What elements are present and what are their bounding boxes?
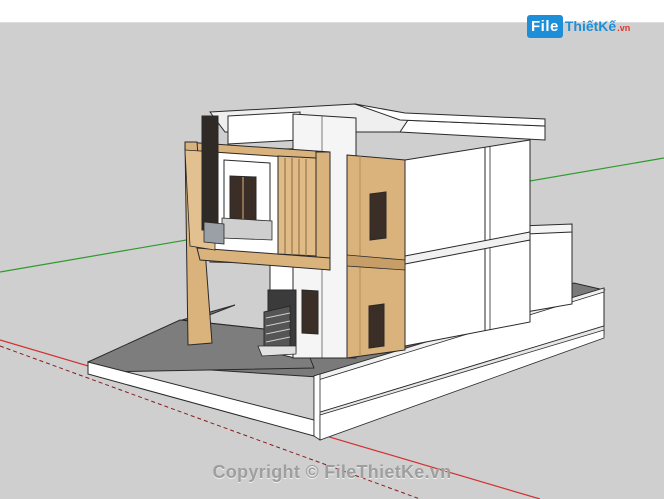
window-lower-right [368, 303, 385, 349]
logo-rest-label: ThiếtKế [564, 18, 617, 34]
copyright-watermark: Copyright © FileThietKe.vn [212, 462, 452, 482]
stair [263, 305, 291, 351]
wood-balcony-slats [277, 155, 317, 257]
logo-file-label: File [527, 14, 563, 38]
filethietke-logo: File ThiếtKế.vn [527, 12, 630, 40]
wood-frame-right-column [315, 151, 331, 271]
balcony-grey-box [203, 221, 225, 245]
window-upper-right [369, 191, 387, 241]
ground-window-center [301, 289, 319, 335]
roof-parapet-left [227, 111, 301, 145]
sketchup-viewport[interactable]: File ThiếtKế.vn Copyright © FileThietKe.… [0, 0, 664, 499]
logo-brand-text: ThiếtKế.vn [565, 18, 630, 34]
entry-step [257, 345, 297, 357]
house-model[interactable] [0, 0, 664, 499]
logo-tld-label: .vn [617, 23, 631, 33]
left-dark-strip [201, 115, 219, 231]
annex-face [525, 229, 573, 313]
fence-left-stub [313, 373, 321, 441]
balcony-railing [221, 217, 273, 241]
